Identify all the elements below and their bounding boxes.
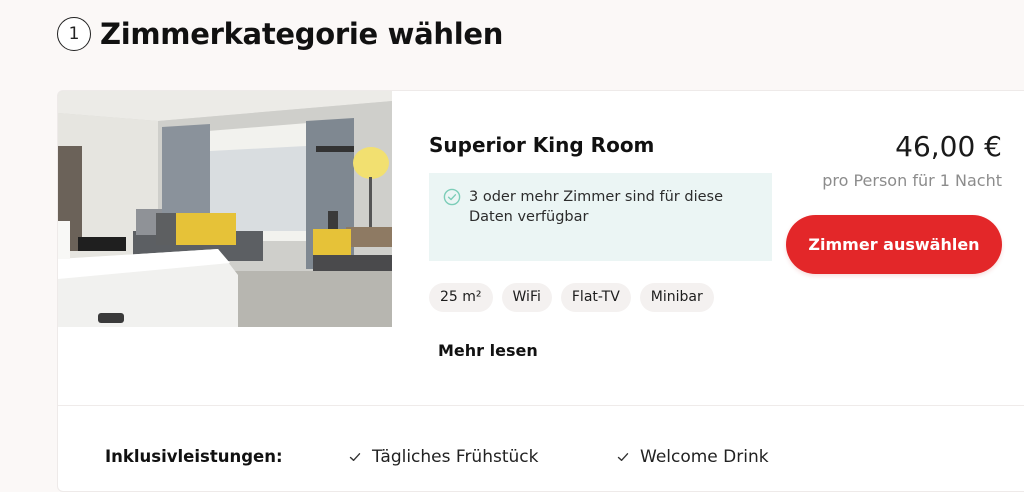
amenity-wifi: WiFi — [501, 283, 552, 312]
checkmark-icon — [349, 453, 361, 461]
amenities-list: 25 m² WiFi Flat-TV Minibar — [429, 283, 714, 312]
card-divider — [58, 405, 1024, 406]
amenity-size: 25 m² — [429, 283, 493, 312]
amenity-tv: Flat-TV — [560, 283, 631, 312]
inclusion-welcome-drink: Welcome Drink — [616, 447, 769, 467]
inclusion-label: Tägliches Frühstück — [372, 447, 539, 467]
room-photo[interactable] — [58, 91, 392, 327]
room-name[interactable]: Superior King Room — [429, 132, 654, 158]
inclusion-breakfast: Tägliches Frühstück — [348, 447, 538, 467]
room-price: 46,00 € — [895, 130, 1002, 163]
inclusion-label: Welcome Drink — [640, 447, 769, 467]
select-room-button[interactable]: Zimmer auswählen — [786, 215, 1002, 274]
room-card: Superior King Room 3 oder mehr Zimmer si… — [57, 90, 1024, 492]
step-number-badge: 1 — [57, 17, 91, 51]
checkmark-icon — [617, 453, 629, 461]
page-title: Zimmerkategorie wählen — [100, 17, 504, 51]
price-basis: pro Person für 1 Nacht — [822, 171, 1002, 190]
read-more-link[interactable]: Mehr lesen — [438, 341, 538, 360]
inclusions-label: Inklusivleistungen: — [105, 447, 283, 466]
check-circle-icon — [443, 188, 461, 206]
amenity-minibar: Minibar — [639, 283, 714, 312]
availability-notice: 3 oder mehr Zimmer sind für diese Daten … — [429, 173, 772, 261]
availability-text: 3 oder mehr Zimmer sind für diese Daten … — [469, 189, 723, 225]
